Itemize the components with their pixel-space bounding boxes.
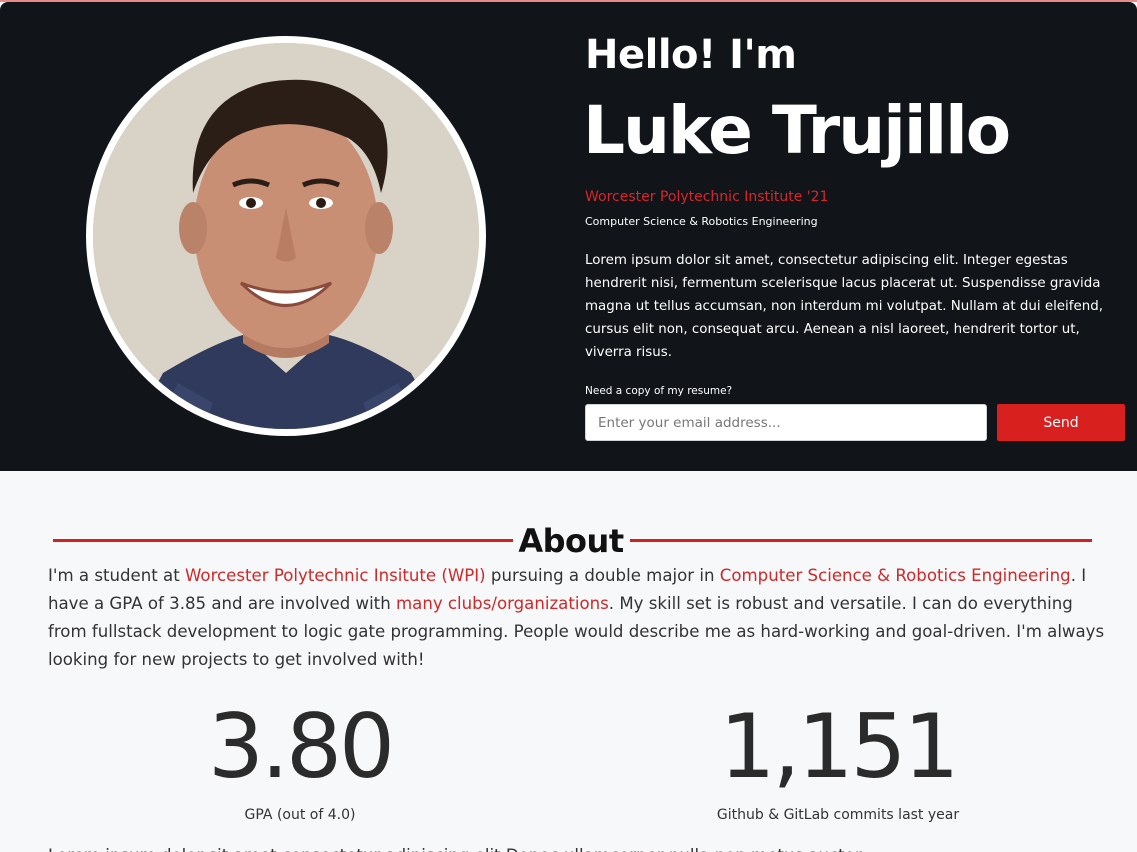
cutoff-paragraph: Lorem ipsum dolor sit amet consectetur a…: [48, 842, 1108, 852]
resume-prompt: Need a copy of my resume?: [585, 385, 733, 397]
about-divider-right: [630, 539, 1092, 542]
hero-bio: Lorem ipsum dolor sit amet, consectetur …: [585, 253, 1103, 360]
hero-greeting: Hello! I'm: [585, 32, 797, 78]
major-link[interactable]: Computer Science & Robotics Engineering: [720, 566, 1071, 585]
profile-photo-illustration: [93, 43, 479, 429]
gpa-stat-value: 3.80: [208, 695, 395, 798]
about-text-2: pursuing a double major in: [485, 566, 720, 585]
email-input[interactable]: [585, 404, 987, 441]
about-title: About: [518, 522, 624, 560]
school-name: Worcester Polytechnic Institute '21: [585, 189, 829, 205]
hero-name: Luke Trujillo: [583, 92, 1011, 169]
clubs-link[interactable]: many clubs/organizations: [396, 594, 609, 613]
cutoff-text: Lorem ipsum dolor sit amet consectetur a…: [48, 842, 1108, 852]
send-button[interactable]: Send: [997, 404, 1125, 441]
gpa-stat-label: GPA (out of 4.0): [244, 807, 356, 823]
profile-photo: [86, 36, 486, 436]
major-text: Computer Science & Robotics Engineering: [585, 215, 818, 228]
about-paragraph: I'm a student at Worcester Polytechnic I…: [48, 562, 1108, 674]
about-divider-left: [53, 539, 513, 542]
about-text-1: I'm a student at: [48, 566, 185, 585]
commits-stat-value: 1,151: [719, 695, 960, 798]
wpi-link[interactable]: Worcester Polytechnic Insitute (WPI): [185, 566, 486, 585]
commits-stat-label: Github & GitLab commits last year: [716, 807, 960, 823]
hero-section: Hello! I'm Luke Trujillo Worcester Polyt…: [0, 2, 1137, 471]
